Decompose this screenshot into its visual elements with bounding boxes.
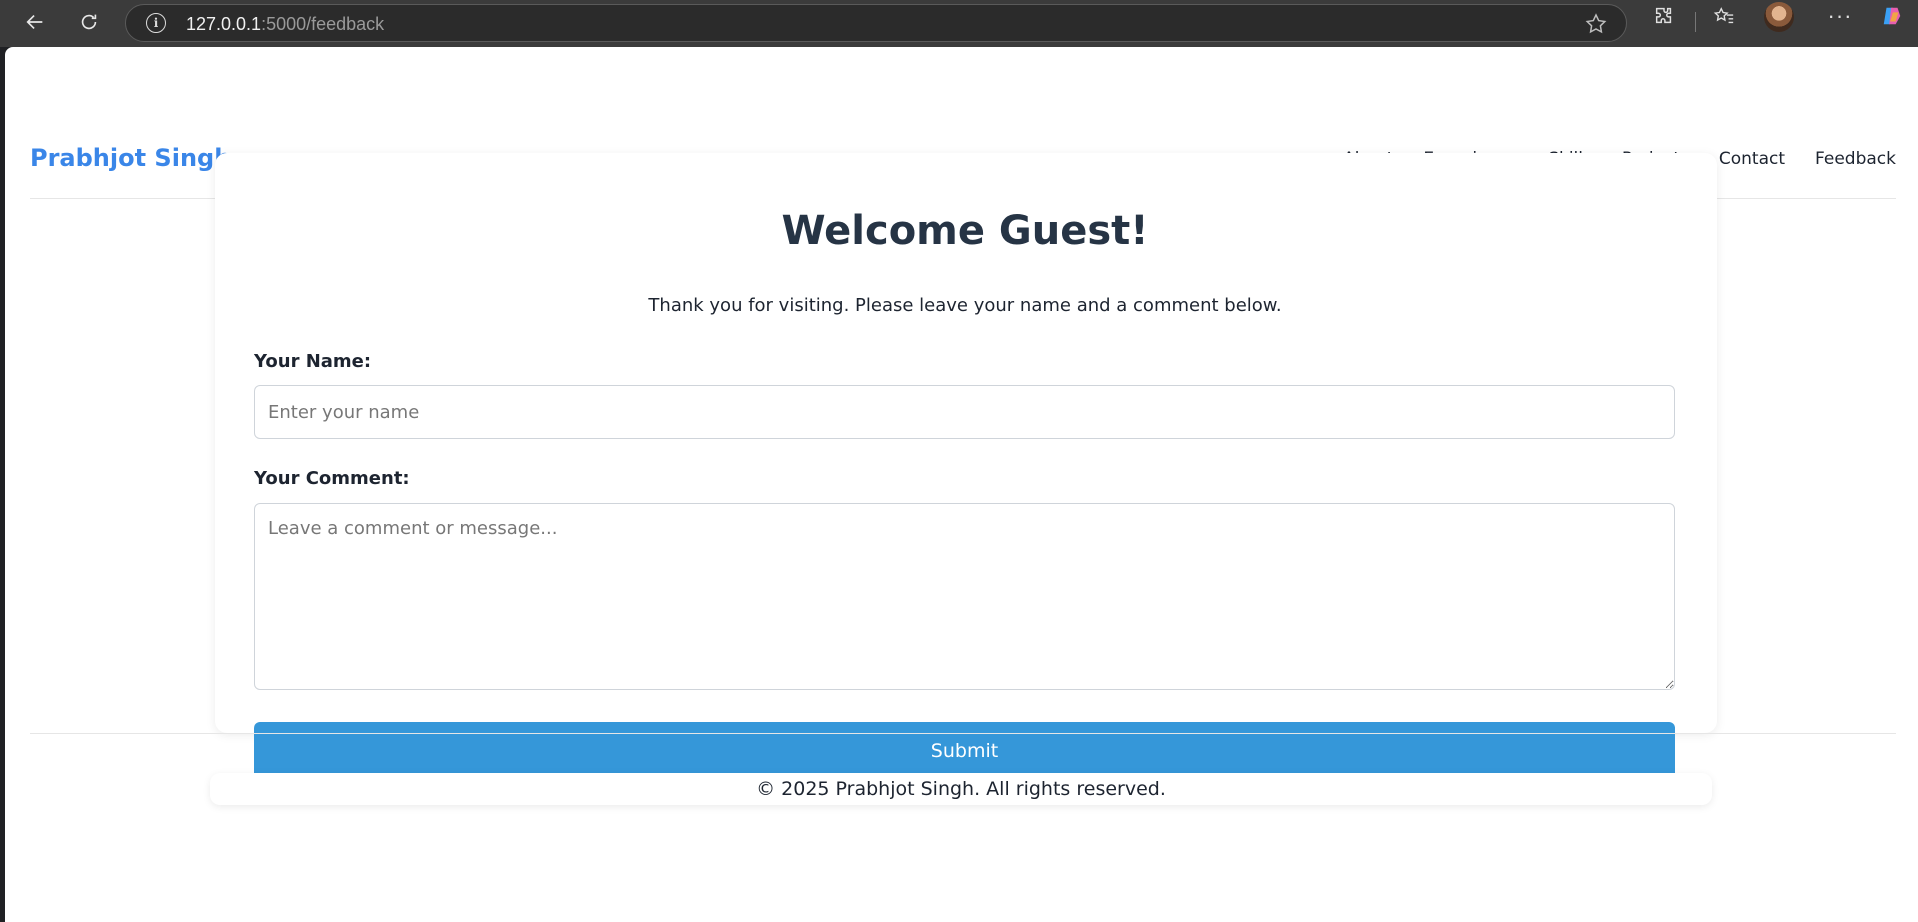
submit-button[interactable]: Submit	[254, 722, 1675, 779]
comment-label: Your Comment:	[254, 468, 410, 489]
page-title: Welcome Guest!	[781, 208, 1149, 254]
copilot-icon[interactable]	[1874, 0, 1910, 32]
intro-text: Thank you for visiting. Please leave you…	[648, 295, 1282, 316]
extensions-icon[interactable]	[1646, 0, 1682, 32]
reload-icon[interactable]	[71, 6, 107, 38]
feedback-card: Welcome Guest! Thank you for visiting. P…	[234, 155, 1696, 779]
page-viewport: Prabhjot Singh About Experience Skills P…	[5, 47, 1918, 922]
favorites-icon[interactable]	[1706, 0, 1742, 32]
back-arrow-icon[interactable]	[17, 6, 53, 38]
url-text: 127.0.0.1:5000/feedback	[186, 14, 384, 35]
star-icon[interactable]	[1584, 12, 1608, 36]
nav-contact[interactable]: Contact	[1719, 149, 1785, 169]
nav-feedback[interactable]: Feedback	[1815, 149, 1896, 169]
address-bar[interactable]: i 127.0.0.1:5000/feedback	[125, 4, 1627, 42]
name-label: Your Name:	[254, 351, 372, 372]
copyright-text: © 2025 Prabhjot Singh. All rights reserv…	[756, 778, 1166, 800]
url-path: :5000/feedback	[261, 14, 385, 34]
name-input[interactable]	[254, 385, 1675, 439]
more-icon[interactable]: ···	[1822, 0, 1858, 32]
toolbar-divider	[1695, 12, 1696, 32]
comment-textarea[interactable]	[254, 503, 1675, 690]
browser-toolbar: i 127.0.0.1:5000/feedback ···	[0, 0, 1918, 47]
profile-avatar[interactable]	[1764, 2, 1794, 32]
footer-divider	[30, 733, 1896, 734]
info-icon[interactable]: i	[146, 13, 166, 33]
site-footer: © 2025 Prabhjot Singh. All rights reserv…	[210, 773, 1712, 805]
brand-logo[interactable]: Prabhjot Singh	[30, 144, 231, 172]
url-host: 127.0.0.1	[186, 14, 262, 34]
